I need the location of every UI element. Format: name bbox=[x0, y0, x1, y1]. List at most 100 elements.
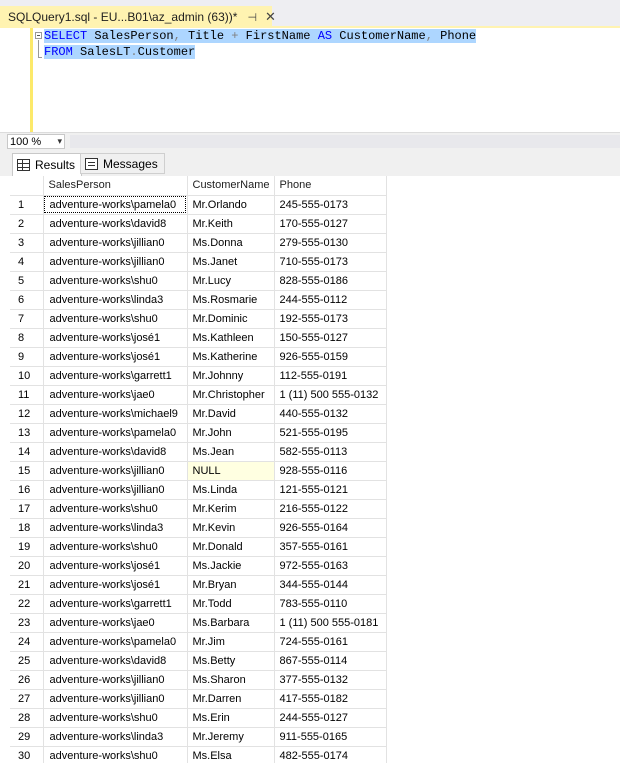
row-number-cell[interactable]: 17 bbox=[10, 499, 44, 519]
customername-cell[interactable]: Ms.Sharon bbox=[187, 670, 275, 690]
table-row[interactable]: 6 adventure-works\linda3 Ms.Rosmarie 244-55… bbox=[10, 290, 387, 310]
table-row[interactable]: 19 adventure-works\shu0 Mr.Donald 357-555-0… bbox=[10, 537, 387, 557]
results-grid[interactable]: SalesPerson CustomerName Phone 1 adventur… bbox=[10, 176, 620, 763]
customername-cell[interactable]: Mr.Keith bbox=[187, 214, 275, 234]
column-header-phone[interactable]: Phone bbox=[274, 176, 387, 196]
salesperson-cell[interactable]: adventure-works\jillian0 bbox=[43, 670, 188, 690]
salesperson-cell[interactable]: adventure-works\linda3 bbox=[43, 727, 188, 747]
customername-cell[interactable]: Ms.Donna bbox=[187, 233, 275, 253]
row-number-cell[interactable]: 26 bbox=[10, 670, 44, 690]
row-number-cell[interactable]: 18 bbox=[10, 518, 44, 538]
customername-cell[interactable]: Ms.Rosmarie bbox=[187, 290, 275, 310]
phone-cell[interactable]: 244-555-0112 bbox=[274, 290, 387, 310]
row-number-header[interactable] bbox=[10, 176, 44, 196]
phone-cell[interactable]: 1 (11) 500 555-0132 bbox=[274, 385, 387, 405]
close-icon[interactable]: ✕ bbox=[265, 9, 276, 25]
table-row[interactable]: 25 adventure-works\david8 Ms.Betty 867-555-… bbox=[10, 651, 387, 671]
salesperson-cell[interactable]: adventure-works\garrett1 bbox=[43, 366, 188, 386]
customername-cell[interactable]: Mr.Darren bbox=[187, 689, 275, 709]
column-header-salesperson[interactable]: SalesPerson bbox=[43, 176, 188, 196]
salesperson-cell[interactable]: adventure-works\josé1 bbox=[43, 328, 188, 348]
salesperson-cell[interactable]: adventure-works\david8 bbox=[43, 214, 188, 234]
code-line-2[interactable]: FROM SalesLT.Customer bbox=[44, 44, 196, 60]
phone-cell[interactable]: 170-555-0127 bbox=[274, 214, 387, 234]
zoom-select[interactable]: 100 % ▾ bbox=[7, 134, 65, 149]
table-row[interactable]: 18 adventure-works\linda3 Mr.Kevin 926-555-… bbox=[10, 518, 387, 538]
pin-icon[interactable]: ⊣ bbox=[247, 11, 257, 24]
phone-cell[interactable]: 582-555-0113 bbox=[274, 442, 387, 462]
salesperson-cell[interactable]: adventure-works\shu0 bbox=[43, 746, 188, 763]
phone-cell[interactable]: 926-555-0164 bbox=[274, 518, 387, 538]
phone-cell[interactable]: 121-555-0121 bbox=[274, 480, 387, 500]
customername-cell[interactable]: Mr.David bbox=[187, 404, 275, 424]
salesperson-cell[interactable]: adventure-works\pamela0 bbox=[43, 423, 188, 443]
row-number-cell[interactable]: 20 bbox=[10, 556, 44, 576]
customername-cell[interactable]: Mr.Jim bbox=[187, 632, 275, 652]
query-document-tab[interactable]: SQLQuery1.sql - EU...B01\az_admin (63))*… bbox=[0, 6, 276, 28]
table-row[interactable]: 22 adventure-works\garrett1 Mr.Todd 783-555… bbox=[10, 594, 387, 614]
salesperson-cell[interactable]: adventure-works\jillian0 bbox=[43, 461, 188, 481]
table-row[interactable]: 4 adventure-works\jillian0 Ms.Janet 710-555… bbox=[10, 252, 387, 272]
phone-cell[interactable]: 192-555-0173 bbox=[274, 309, 387, 329]
phone-cell[interactable]: 521-555-0195 bbox=[274, 423, 387, 443]
table-row[interactable]: 26 adventure-works\jillian0 Ms.Sharon 377-5… bbox=[10, 670, 387, 690]
phone-cell[interactable]: 828-555-0186 bbox=[274, 271, 387, 291]
customername-cell[interactable]: Ms.Kathleen bbox=[187, 328, 275, 348]
table-row[interactable]: 16 adventure-works\jillian0 Ms.Linda 121-55… bbox=[10, 480, 387, 500]
row-number-cell[interactable]: 2 bbox=[10, 214, 44, 234]
salesperson-cell[interactable]: adventure-works\michael9 bbox=[43, 404, 188, 424]
phone-cell[interactable]: 244-555-0127 bbox=[274, 708, 387, 728]
table-row[interactable]: 7 adventure-works\shu0 Mr.Dominic 192-555-0… bbox=[10, 309, 387, 329]
phone-cell[interactable]: 357-555-0161 bbox=[274, 537, 387, 557]
phone-cell[interactable]: 724-555-0161 bbox=[274, 632, 387, 652]
row-number-cell[interactable]: 5 bbox=[10, 271, 44, 291]
phone-cell[interactable]: 216-555-0122 bbox=[274, 499, 387, 519]
customername-cell[interactable]: Ms.Barbara bbox=[187, 613, 275, 633]
row-number-cell[interactable]: 28 bbox=[10, 708, 44, 728]
salesperson-cell[interactable]: adventure-works\jae0 bbox=[43, 385, 188, 405]
row-number-cell[interactable]: 9 bbox=[10, 347, 44, 367]
table-row[interactable]: 24 adventure-works\pamela0 Mr.Jim 724-555-0… bbox=[10, 632, 387, 652]
salesperson-cell[interactable]: adventure-works\jillian0 bbox=[43, 689, 188, 709]
table-row[interactable]: 12 adventure-works\michael9 Mr.David 440-55… bbox=[10, 404, 387, 424]
salesperson-cell[interactable]: adventure-works\jillian0 bbox=[43, 233, 188, 253]
table-row[interactable]: 23 adventure-works\jae0 Ms.Barbara 1 (11) 5… bbox=[10, 613, 387, 633]
row-number-cell[interactable]: 27 bbox=[10, 689, 44, 709]
table-row[interactable]: 20 adventure-works\josé1 Ms.Jackie 972-555-… bbox=[10, 556, 387, 576]
salesperson-cell[interactable]: adventure-works\jae0 bbox=[43, 613, 188, 633]
table-row[interactable]: 8 adventure-works\josé1 Ms.Kathleen 150-555… bbox=[10, 328, 387, 348]
table-row[interactable]: 28 adventure-works\shu0 Ms.Erin 244-555-012… bbox=[10, 708, 387, 728]
phone-cell[interactable]: 440-555-0132 bbox=[274, 404, 387, 424]
customername-cell[interactable]: Mr.Jeremy bbox=[187, 727, 275, 747]
row-number-cell[interactable]: 4 bbox=[10, 252, 44, 272]
table-row[interactable]: 17 adventure-works\shu0 Mr.Kerim 216-555-01… bbox=[10, 499, 387, 519]
salesperson-cell[interactable]: adventure-works\shu0 bbox=[43, 499, 188, 519]
salesperson-cell[interactable]: adventure-works\josé1 bbox=[43, 556, 188, 576]
phone-cell[interactable]: 417-555-0182 bbox=[274, 689, 387, 709]
phone-cell[interactable]: 150-555-0127 bbox=[274, 328, 387, 348]
customername-cell[interactable]: Mr.Kerim bbox=[187, 499, 275, 519]
salesperson-cell[interactable]: adventure-works\shu0 bbox=[43, 537, 188, 557]
table-row[interactable]: 30 adventure-works\shu0 Ms.Elsa 482-555-017… bbox=[10, 746, 387, 763]
salesperson-cell[interactable]: adventure-works\linda3 bbox=[43, 518, 188, 538]
row-number-cell[interactable]: 15 bbox=[10, 461, 44, 481]
customername-cell[interactable]: Ms.Betty bbox=[187, 651, 275, 671]
table-row[interactable]: 3 adventure-works\jillian0 Ms.Donna 279-555… bbox=[10, 233, 387, 253]
table-row[interactable]: 2 adventure-works\david8 Mr.Keith 170-555-0… bbox=[10, 214, 387, 234]
row-number-cell[interactable]: 25 bbox=[10, 651, 44, 671]
phone-cell[interactable]: 783-555-0110 bbox=[274, 594, 387, 614]
row-number-cell[interactable]: 14 bbox=[10, 442, 44, 462]
salesperson-cell[interactable]: adventure-works\david8 bbox=[43, 442, 188, 462]
customername-cell[interactable]: Mr.Johnny bbox=[187, 366, 275, 386]
salesperson-cell[interactable]: adventure-works\shu0 bbox=[43, 309, 188, 329]
row-number-cell[interactable]: 12 bbox=[10, 404, 44, 424]
table-row[interactable]: 29 adventure-works\linda3 Mr.Jeremy 911-555… bbox=[10, 727, 387, 747]
row-number-cell[interactable]: 6 bbox=[10, 290, 44, 310]
row-number-cell[interactable]: 16 bbox=[10, 480, 44, 500]
phone-cell[interactable]: 972-555-0163 bbox=[274, 556, 387, 576]
salesperson-cell[interactable]: adventure-works\josé1 bbox=[43, 575, 188, 595]
row-number-cell[interactable]: 11 bbox=[10, 385, 44, 405]
table-row[interactable]: 11 adventure-works\jae0 Mr.Christopher 1 (1… bbox=[10, 385, 387, 405]
customername-cell[interactable]: Ms.Jackie bbox=[187, 556, 275, 576]
phone-cell[interactable]: 928-555-0116 bbox=[274, 461, 387, 481]
